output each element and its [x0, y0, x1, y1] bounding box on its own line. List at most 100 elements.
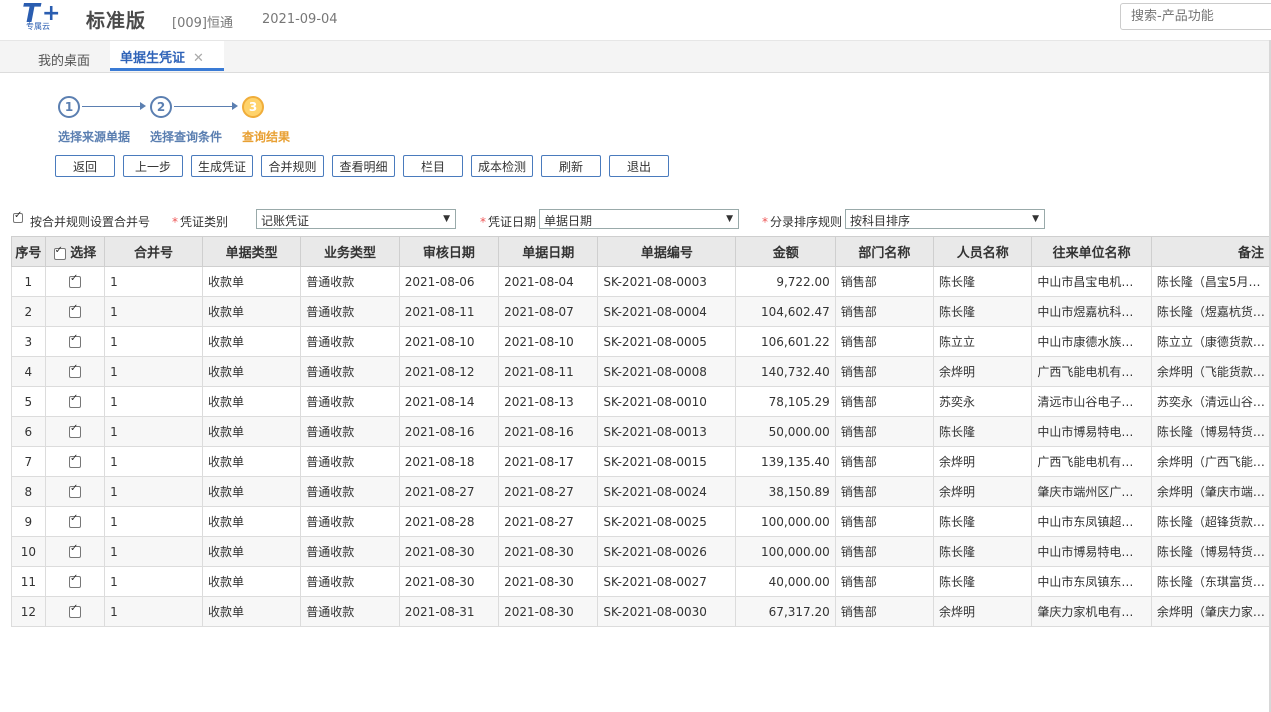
cell-amount: 67,317.20 [735, 596, 836, 627]
cell-select[interactable] [44, 326, 106, 357]
refresh-button[interactable]: 刷新 [541, 155, 601, 177]
cost-check-button[interactable]: 成本检测 [471, 155, 533, 177]
header-doc-type[interactable]: 单据类型 [201, 236, 302, 267]
voucher-date-select[interactable]: 单据日期 ▼ [539, 209, 739, 229]
sort-rule-select[interactable]: 按科目排序 ▼ [845, 209, 1045, 229]
generate-voucher-button[interactable]: 生成凭证 [191, 155, 253, 177]
cell-doc-type: 收款单 [201, 266, 302, 297]
header-person[interactable]: 人员名称 [933, 236, 1033, 267]
header-doc-date[interactable]: 单据日期 [498, 236, 599, 267]
table-row[interactable]: 9 1收款单普通收款2021-08-282021-08-27SK-2021-08-… [11, 506, 1271, 537]
voucher-date-value: 单据日期 [544, 214, 593, 228]
header-merge-no[interactable]: 合并号 [104, 236, 203, 267]
cell-select[interactable] [44, 296, 106, 327]
cell-remark: 余烨明（肇庆市端… [1150, 476, 1271, 507]
cell-department: 销售部 [834, 506, 935, 537]
arrow-icon [82, 102, 146, 110]
voucher-date-label-text: 凭证日期 [488, 215, 537, 229]
cell-audit-date: 2021-08-12 [398, 356, 500, 387]
tab-desktop[interactable]: 我的桌面 [38, 50, 90, 69]
search-input[interactable] [1120, 3, 1271, 30]
row-select-checkbox[interactable] [68, 363, 81, 378]
row-select-checkbox[interactable] [68, 273, 81, 288]
cell-department: 销售部 [834, 416, 935, 447]
row-select-checkbox[interactable] [68, 483, 81, 498]
cell-select[interactable] [44, 566, 106, 597]
table-row[interactable]: 4 1收款单普通收款2021-08-122021-08-11SK-2021-08-… [11, 356, 1271, 387]
cell-doc-date: 2021-08-30 [498, 536, 599, 567]
row-select-checkbox[interactable] [68, 393, 81, 408]
previous-step-button[interactable]: 上一步 [123, 155, 183, 177]
cell-person: 余烨明 [933, 446, 1033, 477]
voucher-source-table: 序号 选择 合并号 单据类型 业务类型 审核日期 单据日期 单据编号 金额 部门… [11, 236, 1271, 627]
table-row[interactable]: 5 1收款单普通收款2021-08-142021-08-13SK-2021-08-… [11, 386, 1271, 417]
back-button[interactable]: 返回 [55, 155, 115, 177]
cell-doc-no: SK-2021-08-0003 [597, 266, 737, 297]
exit-button[interactable]: 退出 [609, 155, 669, 177]
row-select-checkbox[interactable] [68, 453, 81, 468]
header-department[interactable]: 部门名称 [834, 236, 935, 267]
cell-select[interactable] [44, 536, 106, 567]
cell-select[interactable] [44, 506, 106, 537]
table-row[interactable]: 31收款单普通收款2021-08-102021-08-10SK-2021-08-… [11, 326, 1271, 357]
row-select-checkbox[interactable] [68, 333, 81, 348]
header-audit-date[interactable]: 审核日期 [398, 236, 500, 267]
row-select-checkbox[interactable] [68, 543, 81, 558]
cell-select[interactable] [44, 596, 106, 627]
header-select[interactable]: 选择 [44, 236, 106, 267]
table-row[interactable]: 81收款单普通收款2021-08-272021-08-27SK-2021-08-… [11, 476, 1271, 507]
cell-person: 陈长隆 [933, 416, 1033, 447]
cell-doc-no: SK-2021-08-0027 [597, 566, 737, 597]
cell-seq: 9 [11, 506, 46, 537]
table-row[interactable]: 12 1收款单普通收款2021-08-312021-08-30SK-2021-08… [11, 596, 1271, 627]
table-row[interactable]: 101收款单普通收款2021-08-302021-08-30SK-2021-08… [11, 536, 1271, 567]
table-row[interactable]: 2 1收款单普通收款2021-08-112021-08-07SK-2021-08-… [11, 296, 1271, 327]
cell-merge-no: 1 [104, 386, 203, 417]
cell-department: 销售部 [834, 326, 935, 357]
merge-rule-checkbox[interactable] [13, 210, 23, 223]
row-select-checkbox[interactable] [68, 303, 81, 318]
cell-select[interactable] [44, 446, 106, 477]
table-row[interactable]: 11收款单普通收款2021-08-062021-08-04SK-2021-08-… [11, 266, 1271, 297]
table-header: 序号 选择 合并号 单据类型 业务类型 审核日期 单据日期 单据编号 金额 部门… [11, 236, 1271, 267]
tab-voucher-generation[interactable]: 单据生凭证 ✕ [110, 41, 224, 71]
header-doc-no[interactable]: 单据编号 [597, 236, 737, 267]
cell-select[interactable] [44, 416, 106, 447]
cell-select[interactable] [44, 356, 106, 387]
columns-button[interactable]: 栏目 [403, 155, 463, 177]
cell-partner: 清远市山谷电子… [1031, 386, 1152, 417]
merge-rule-button[interactable]: 合并规则 [261, 155, 324, 177]
cell-seq: 6 [11, 416, 46, 447]
voucher-type-select[interactable]: 记账凭证 ▼ [256, 209, 456, 229]
cell-biz-type: 普通收款 [300, 386, 400, 417]
chevron-down-icon: ▼ [443, 214, 450, 224]
cell-doc-type: 收款单 [201, 446, 302, 477]
cell-select[interactable] [44, 386, 106, 417]
cell-select[interactable] [44, 266, 106, 297]
cell-person: 余烨明 [933, 596, 1033, 627]
cell-remark: 陈立立（康德货款… [1150, 326, 1271, 357]
table-row[interactable]: 111收款单普通收款2021-08-302021-08-30SK-2021-08… [11, 566, 1271, 597]
cell-biz-type: 普通收款 [300, 266, 400, 297]
header-select-label: 选择 [70, 246, 97, 261]
close-icon[interactable]: ✕ [193, 51, 204, 66]
cell-seq: 4 [11, 356, 46, 387]
cell-select[interactable] [44, 476, 106, 507]
table-row[interactable]: 61收款单普通收款2021-08-162021-08-16SK-2021-08-… [11, 416, 1271, 447]
row-select-checkbox[interactable] [68, 603, 81, 618]
header-seq[interactable]: 序号 [11, 236, 46, 267]
row-select-checkbox[interactable] [68, 513, 81, 528]
header-remark[interactable]: 备注 [1150, 236, 1271, 267]
cell-merge-no: 1 [104, 266, 203, 297]
table-row[interactable]: 7 1收款单普通收款2021-08-182021-08-17SK-2021-08-… [11, 446, 1271, 477]
cell-amount: 140,732.40 [735, 356, 836, 387]
row-select-checkbox[interactable] [68, 423, 81, 438]
cell-department: 销售部 [834, 446, 935, 477]
cell-department: 销售部 [834, 356, 935, 387]
view-detail-button[interactable]: 查看明细 [332, 155, 395, 177]
header-biz-type[interactable]: 业务类型 [300, 236, 400, 267]
select-all-checkbox[interactable] [53, 245, 66, 260]
header-amount[interactable]: 金额 [735, 236, 836, 267]
row-select-checkbox[interactable] [68, 573, 81, 588]
header-partner[interactable]: 往来单位名称 [1031, 236, 1152, 267]
